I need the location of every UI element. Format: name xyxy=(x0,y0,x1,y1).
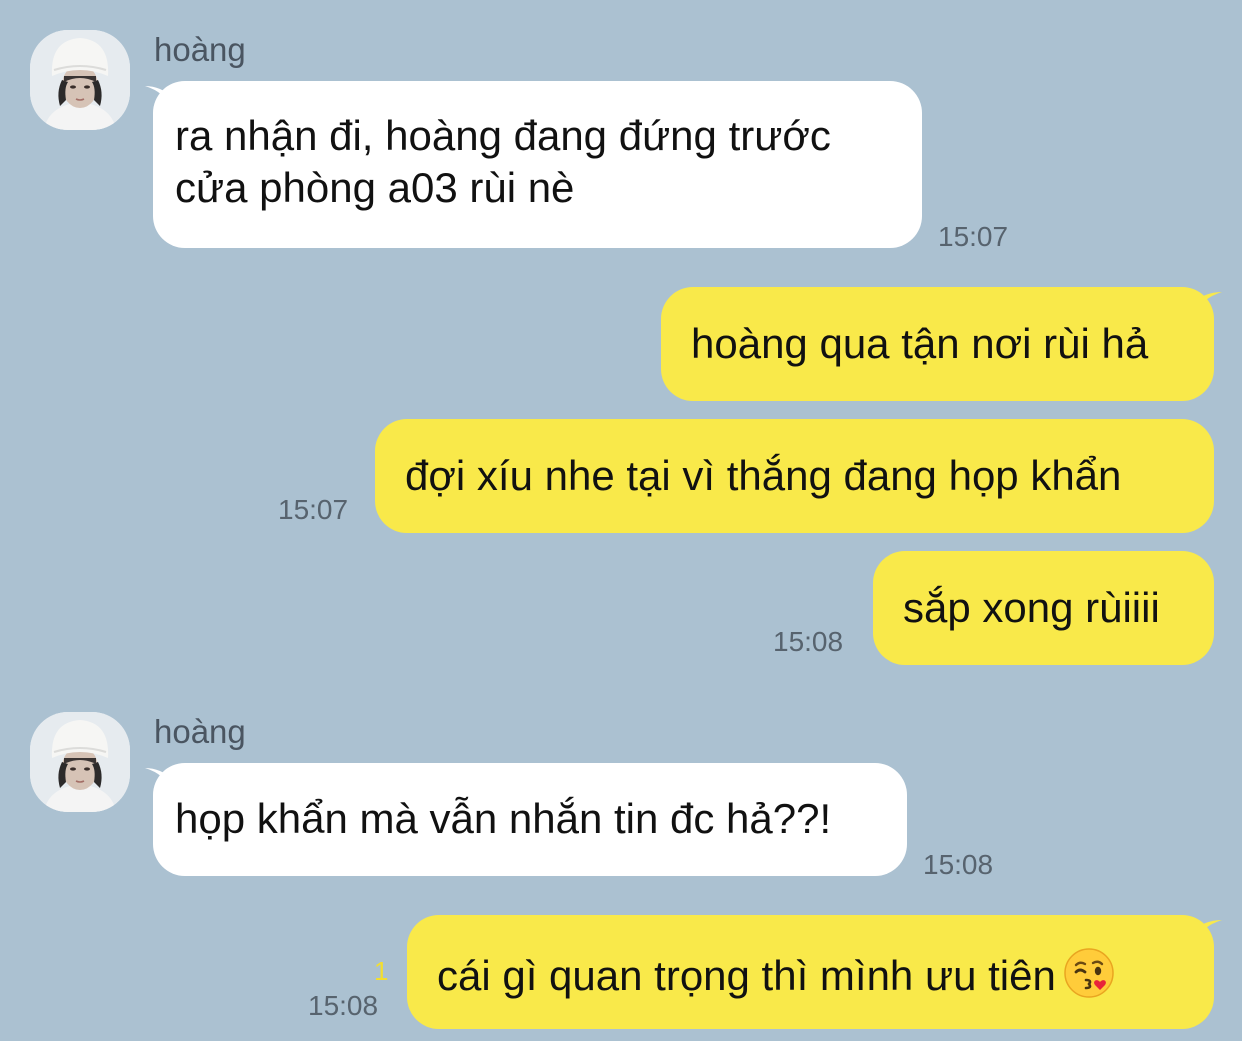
message-time: 15:07 xyxy=(278,494,349,525)
message-text: sắp xong rùiiii xyxy=(903,584,1160,631)
kiss-wink-emoji-icon xyxy=(1064,948,1114,998)
message-time: 15:08 xyxy=(773,626,844,657)
message-text: hoàng qua tận nơi rùi hả xyxy=(691,320,1149,367)
message-time: 15:07 xyxy=(938,221,1009,252)
sender-name: hoàng xyxy=(154,31,246,68)
unread-count: 1 xyxy=(374,956,389,986)
sender-name: hoàng xyxy=(154,713,246,750)
message-bubble[interactable]: họp khẩn mà vẫn nhắn tin đc hả??! xyxy=(153,763,907,876)
message-text: cửa phòng a03 rùi nè xyxy=(175,164,575,211)
message-bubble[interactable]: hoàng qua tận nơi rùi hả xyxy=(661,287,1214,401)
message-text: ra nhận đi, hoàng đang đứng trước xyxy=(175,112,831,159)
profile-photo-icon xyxy=(30,712,130,812)
message-time: 15:08 xyxy=(308,990,379,1021)
message-text: đợi xíu nhe tại vì thắng đang họp khẩn xyxy=(405,452,1122,499)
message-bubble[interactable]: ra nhận đi, hoàng đang đứng trước cửa ph… xyxy=(153,81,922,248)
message-text: họp khẩn mà vẫn nhắn tin đc hả??! xyxy=(175,795,832,842)
message-content: cái gì quan trọng thì mình ưu tiên xyxy=(437,946,1184,1002)
message-bubble[interactable]: cái gì quan trọng thì mình ưu tiên xyxy=(407,915,1214,1029)
profile-photo-icon xyxy=(30,30,130,130)
message-bubble[interactable]: sắp xong rùiiii xyxy=(873,551,1214,665)
message-time: 15:08 xyxy=(923,849,994,880)
message-text: cái gì quan trọng thì mình ưu tiên xyxy=(437,952,1056,999)
message-bubble[interactable]: đợi xíu nhe tại vì thắng đang họp khẩn xyxy=(375,419,1214,533)
avatar[interactable] xyxy=(30,712,130,812)
avatar[interactable] xyxy=(30,30,130,130)
